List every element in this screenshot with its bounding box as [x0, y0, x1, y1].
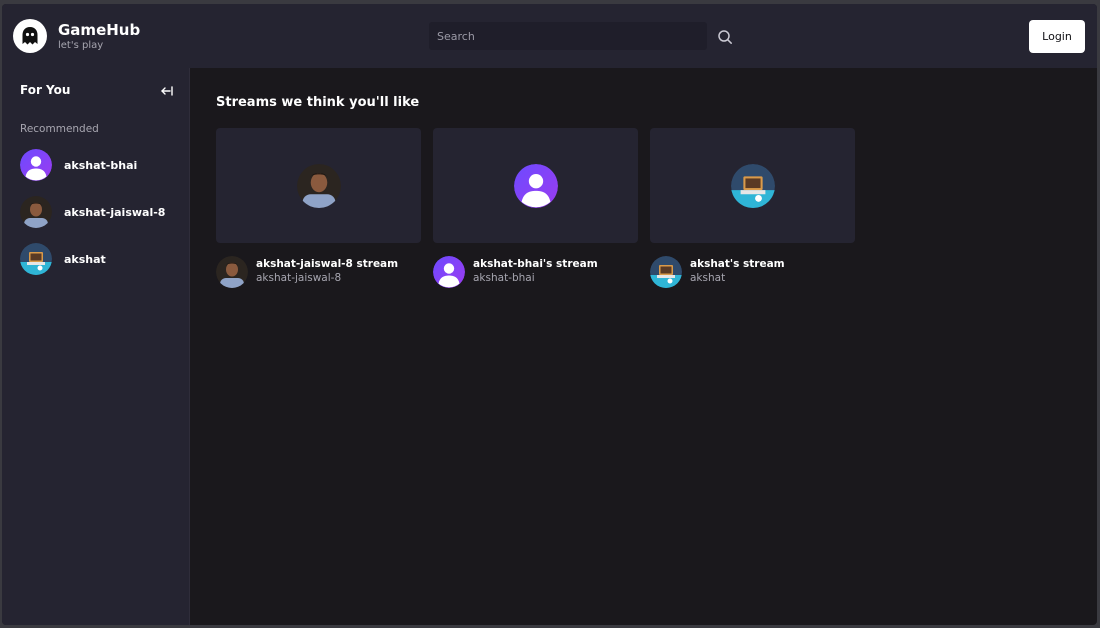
- illustration-avatar: [20, 243, 52, 275]
- ghost-icon: [13, 19, 47, 53]
- sidebar: For You Recommended akshat-bhai akshat-j…: [2, 68, 190, 625]
- stream-username[interactable]: akshat-jaiswal-8: [256, 271, 398, 286]
- stream-thumbnail[interactable]: [650, 128, 855, 243]
- stream-card[interactable]: akshat's stream akshat: [650, 128, 855, 288]
- sidebar-title: For You: [20, 83, 71, 97]
- sidebar-item-label: akshat: [64, 252, 106, 266]
- brand-text: GameHub let's play: [58, 21, 140, 52]
- default-user-avatar: [20, 149, 52, 181]
- stream-username[interactable]: akshat: [690, 271, 785, 286]
- photo-avatar: [20, 196, 52, 228]
- stream-info: akshat's stream akshat: [650, 256, 855, 288]
- sidebar-item-akshat[interactable]: akshat: [20, 242, 106, 276]
- default-user-avatar: [513, 163, 558, 208]
- stream-title[interactable]: akshat's stream: [690, 257, 785, 271]
- stream-info: akshat-jaiswal-8 stream akshat-jaiswal-8: [216, 256, 421, 288]
- stream-thumbnail[interactable]: [433, 128, 638, 243]
- collapse-left-icon[interactable]: [159, 83, 175, 99]
- search-input[interactable]: [429, 22, 707, 50]
- stream-info: akshat-bhai's stream akshat-bhai: [433, 256, 638, 288]
- brand-name: GameHub: [58, 20, 141, 39]
- stream-card[interactable]: akshat-jaiswal-8 stream akshat-jaiswal-8: [216, 128, 421, 288]
- photo-avatar[interactable]: [216, 256, 248, 288]
- login-button[interactable]: Login: [1029, 20, 1085, 53]
- sidebar-item-akshat-bhai[interactable]: akshat-bhai: [20, 148, 137, 182]
- photo-avatar: [296, 163, 341, 208]
- illustration-avatar: [730, 163, 775, 208]
- stream-title[interactable]: akshat-jaiswal-8 stream: [256, 257, 398, 271]
- sidebar-item-label: akshat-bhai: [64, 158, 138, 172]
- recommended-label: Recommended: [20, 123, 99, 135]
- search-icon[interactable]: [714, 26, 736, 48]
- sidebar-item-label: akshat-jaiswal-8: [64, 205, 166, 219]
- illustration-avatar[interactable]: [650, 256, 682, 288]
- stream-meta-text: akshat's stream akshat: [690, 256, 785, 288]
- stream-card[interactable]: akshat-bhai's stream akshat-bhai: [433, 128, 638, 288]
- brand-tagline: let's play: [58, 39, 104, 51]
- sidebar-item-akshat-jaiswal-8[interactable]: akshat-jaiswal-8: [20, 195, 165, 229]
- brand-logo[interactable]: GameHub let's play: [13, 19, 140, 53]
- app-window: GameHub let's play Login For You Recomme…: [2, 4, 1097, 625]
- page-title: Streams we think you'll like: [216, 95, 420, 110]
- stream-meta-text: akshat-bhai's stream akshat-bhai: [473, 256, 598, 288]
- default-user-avatar[interactable]: [433, 256, 465, 288]
- top-navbar: GameHub let's play Login: [2, 4, 1097, 68]
- stream-title[interactable]: akshat-bhai's stream: [473, 257, 598, 271]
- stream-meta-text: akshat-jaiswal-8 stream akshat-jaiswal-8: [256, 256, 398, 288]
- stream-username[interactable]: akshat-bhai: [473, 271, 598, 286]
- stream-thumbnail[interactable]: [216, 128, 421, 243]
